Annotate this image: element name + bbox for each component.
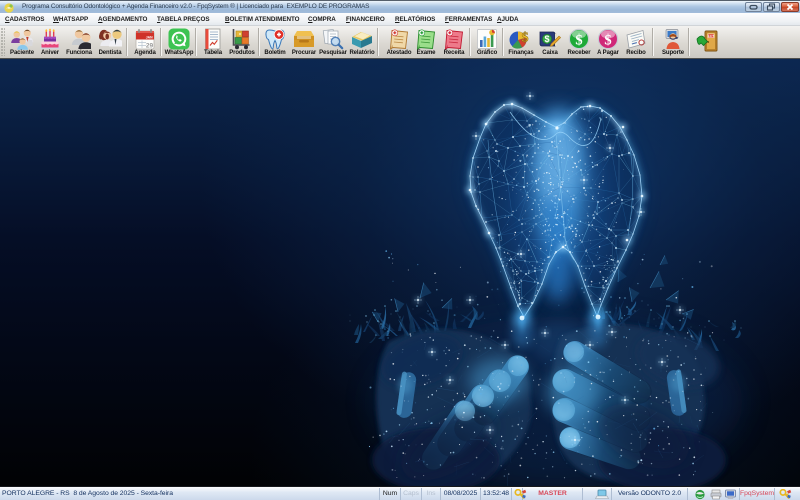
svg-text:$: $ [575,32,582,48]
svg-text:JAN: JAN [146,36,153,40]
svg-text:$: $ [522,31,529,46]
svg-text:EXIT: EXIT [708,34,714,38]
svg-text:$: $ [544,34,549,44]
svg-text:29: 29 [146,42,154,49]
svg-text:$: $ [604,32,611,48]
